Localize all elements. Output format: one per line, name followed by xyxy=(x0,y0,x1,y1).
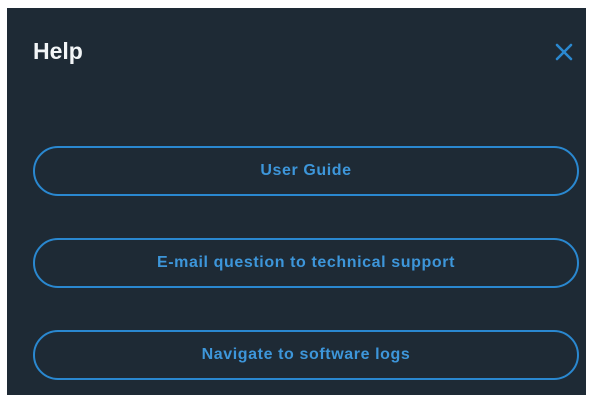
dialog-title: Help xyxy=(33,38,83,64)
window-edge-bottom xyxy=(0,395,592,403)
user-guide-button[interactable]: User Guide xyxy=(33,146,579,196)
close-button[interactable] xyxy=(554,42,574,62)
close-icon xyxy=(555,43,573,61)
email-support-button[interactable]: E-mail question to technical support xyxy=(33,238,579,288)
window-edge xyxy=(0,0,592,8)
help-dialog: Help User Guide E-mail question to techn… xyxy=(7,8,586,395)
software-logs-button[interactable]: Navigate to software logs xyxy=(33,330,579,380)
